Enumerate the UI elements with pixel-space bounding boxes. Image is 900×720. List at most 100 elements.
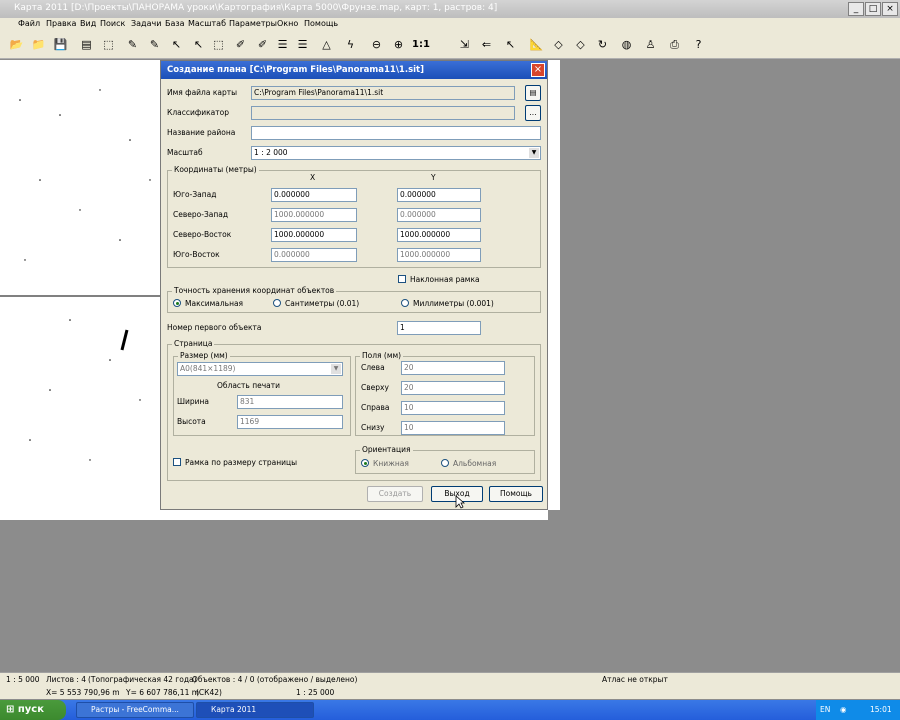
margin-bottom-input[interactable]: 10 — [401, 421, 505, 435]
node-icon[interactable]: ◇ — [550, 36, 567, 53]
triangle-icon[interactable]: △ — [318, 36, 335, 53]
precision-cm-radio[interactable] — [273, 299, 281, 307]
southeast-y-input[interactable]: 1000.000000 — [397, 248, 481, 262]
windows-logo-icon: ⊞ — [6, 704, 15, 715]
browse-map-file-button[interactable]: ▤ — [525, 85, 541, 101]
list-icon[interactable]: ☰ — [274, 36, 291, 53]
print-icon[interactable]: ⎙ — [666, 36, 683, 53]
language-indicator[interactable]: EN — [820, 705, 830, 714]
open-icon[interactable]: 📁 — [30, 36, 47, 53]
menu-view[interactable]: Вид — [80, 19, 96, 28]
select-icon[interactable]: ⬚ — [100, 36, 117, 53]
print-area-label: Область печати — [217, 381, 281, 390]
northeast-x-input[interactable]: 1000.000000 — [271, 228, 357, 242]
rotate-icon[interactable]: ↻ — [594, 36, 611, 53]
page-size-select[interactable]: A0(841×1189) ▼ — [177, 362, 343, 376]
margin-top-label: Сверху — [361, 383, 389, 392]
inclined-frame-checkbox[interactable] — [398, 275, 406, 283]
chevron-down-icon[interactable]: ▼ — [331, 364, 341, 374]
menu-help[interactable]: Помощь — [304, 19, 338, 28]
title-bar: Карта 2011 [D:\Проекты\ПАНОРАМА уроки\Ка… — [0, 0, 900, 18]
margin-top-input[interactable]: 20 — [401, 381, 505, 395]
ruler-icon[interactable]: 📐 — [528, 36, 545, 53]
layers-icon[interactable]: ▤ — [78, 36, 95, 53]
node2-icon[interactable]: ◇ — [572, 36, 589, 53]
close-button[interactable]: × — [882, 2, 898, 16]
southwest-x-input[interactable]: 0.000000 — [271, 188, 357, 202]
back-icon[interactable]: ⇐ — [478, 36, 495, 53]
help-pointer-icon[interactable]: ? — [690, 36, 707, 53]
create-button[interactable]: Создать — [367, 486, 423, 502]
menu-database[interactable]: База — [165, 19, 185, 28]
status-scale: 1 : 5 000 — [6, 675, 40, 684]
menu-scale[interactable]: Масштаб — [188, 19, 226, 28]
pointer2-icon[interactable]: ↖ — [190, 36, 207, 53]
task-freecommander[interactable]: Растры - FreeComma... — [76, 702, 194, 718]
frame-select-icon[interactable]: ⬚ — [210, 36, 227, 53]
save-icon[interactable]: 💾 — [52, 36, 69, 53]
edit2-icon[interactable]: ✐ — [254, 36, 271, 53]
menu-tasks[interactable]: Задачи — [131, 19, 161, 28]
lightning-icon[interactable]: ϟ — [342, 36, 359, 53]
menu-search[interactable]: Поиск — [100, 19, 125, 28]
start-button[interactable]: ⊞ пуск — [0, 700, 66, 720]
scale-one-to-one-button[interactable]: 1:1 — [410, 36, 432, 53]
classifier-field[interactable] — [251, 106, 515, 120]
southwest-label: Юго-Запад — [173, 190, 217, 199]
paint-icon[interactable]: ♙ — [642, 36, 659, 53]
margins-group-title: Поля (мм) — [360, 351, 404, 360]
southeast-x-input[interactable]: 0.000000 — [271, 248, 357, 262]
pen2-icon[interactable]: ✎ — [146, 36, 163, 53]
page-frame-checkbox[interactable] — [173, 458, 181, 466]
list2-icon[interactable]: ☰ — [294, 36, 311, 53]
northwest-y-input[interactable]: 0.000000 — [397, 208, 481, 222]
menu-file[interactable]: Файл — [18, 19, 40, 28]
height-input[interactable]: 1169 — [237, 415, 343, 429]
menu-parameters[interactable]: Параметры — [229, 19, 277, 28]
first-object-input[interactable]: 1 — [397, 321, 481, 335]
menu-window[interactable]: Окно — [277, 19, 298, 28]
menu-edit[interactable]: Правка — [46, 19, 76, 28]
margin-bottom-label: Снизу — [361, 423, 385, 432]
system-tray: EN ◉ 15:01 — [816, 700, 900, 720]
help-button[interactable]: Помощь — [489, 486, 543, 502]
inclined-frame-label: Наклонная рамка — [410, 275, 480, 284]
tray-icon[interactable]: ◉ — [840, 705, 847, 714]
precision-max-radio[interactable] — [173, 299, 181, 307]
status-system: (СК42) — [196, 688, 222, 697]
southwest-y-input[interactable]: 0.000000 — [397, 188, 481, 202]
minimize-button[interactable]: _ — [848, 2, 864, 16]
cursor-icon[interactable]: ↖ — [502, 36, 519, 53]
globe-icon[interactable]: ◍ — [618, 36, 635, 53]
portrait-radio[interactable] — [361, 459, 369, 467]
dialog-close-button[interactable]: × — [531, 63, 545, 77]
orientation-group-title: Ориентация — [360, 445, 413, 454]
margin-left-input[interactable]: 20 — [401, 361, 505, 375]
zoom-in-icon[interactable]: ⊕ — [390, 36, 407, 53]
landscape-radio[interactable] — [441, 459, 449, 467]
northwest-x-input[interactable]: 1000.000000 — [271, 208, 357, 222]
map-view[interactable] — [0, 60, 160, 520]
page-size-value: A0(841×1189) — [180, 364, 236, 373]
pointer-icon[interactable]: ↖ — [168, 36, 185, 53]
width-input[interactable]: 831 — [237, 395, 343, 409]
fit-icon[interactable]: ⇲ — [456, 36, 473, 53]
region-name-input[interactable] — [251, 126, 541, 140]
browse-classifier-button[interactable]: ... — [525, 105, 541, 121]
margin-right-input[interactable]: 10 — [401, 401, 505, 415]
pen-icon[interactable]: ✎ — [124, 36, 141, 53]
chevron-down-icon[interactable]: ▼ — [529, 148, 539, 158]
maximize-button[interactable]: □ — [865, 2, 881, 16]
task-karta[interactable]: Карта 2011 — [196, 702, 314, 718]
northeast-y-input[interactable]: 1000.000000 — [397, 228, 481, 242]
y-header: Y — [431, 173, 436, 182]
edit-icon[interactable]: ✐ — [232, 36, 249, 53]
status-objects: Объектов : 4 / 0 (отображено / выделено) — [192, 675, 358, 684]
map-file-field[interactable]: C:\Program Files\Panorama11\1.sit — [251, 86, 515, 100]
width-label: Ширина — [177, 397, 210, 406]
region-label: Название района — [167, 128, 236, 137]
precision-mm-radio[interactable] — [401, 299, 409, 307]
open-folder-icon[interactable]: 📂 — [8, 36, 25, 53]
scale-select[interactable]: 1 : 2 000 ▼ — [251, 146, 541, 160]
zoom-out-icon[interactable]: ⊖ — [368, 36, 385, 53]
